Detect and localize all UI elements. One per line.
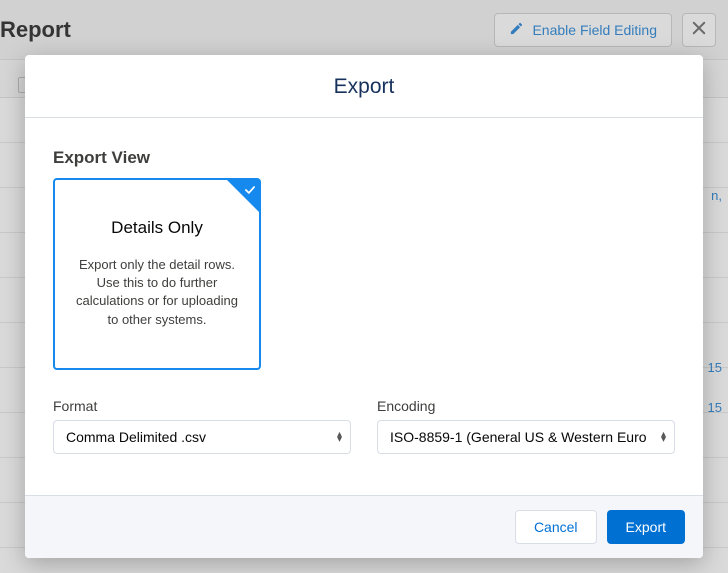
modal-header: Export [25, 55, 703, 118]
field-row: Format Comma Delimited .csv ▴▾ Encoding … [53, 398, 675, 454]
cancel-button[interactable]: Cancel [515, 510, 597, 544]
stepper-icon: ▴▾ [661, 432, 666, 442]
encoding-value: ISO-8859-1 (General US & Western Euro [390, 429, 647, 445]
encoding-label: Encoding [377, 398, 675, 414]
format-field: Format Comma Delimited .csv ▴▾ [53, 398, 351, 454]
encoding-field: Encoding ISO-8859-1 (General US & Wester… [377, 398, 675, 454]
export-view-option-details-only[interactable]: Details Only Export only the detail rows… [53, 178, 261, 370]
option-description: Export only the detail rows. Use this to… [69, 256, 245, 329]
export-view-label: Export View [53, 148, 675, 168]
modal-body: Export View Details Only Export only the… [25, 118, 703, 495]
format-value: Comma Delimited .csv [66, 429, 206, 445]
export-modal: Export Export View Details Only Export o… [25, 55, 703, 558]
stepper-icon: ▴▾ [337, 432, 342, 442]
encoding-select[interactable]: ISO-8859-1 (General US & Western Euro ▴▾ [377, 420, 675, 454]
option-title: Details Only [69, 218, 245, 238]
modal-footer: Cancel Export [25, 495, 703, 558]
format-select[interactable]: Comma Delimited .csv ▴▾ [53, 420, 351, 454]
export-button[interactable]: Export [607, 510, 685, 544]
modal-title: Export [25, 75, 703, 99]
format-label: Format [53, 398, 351, 414]
selected-corner [227, 180, 259, 212]
